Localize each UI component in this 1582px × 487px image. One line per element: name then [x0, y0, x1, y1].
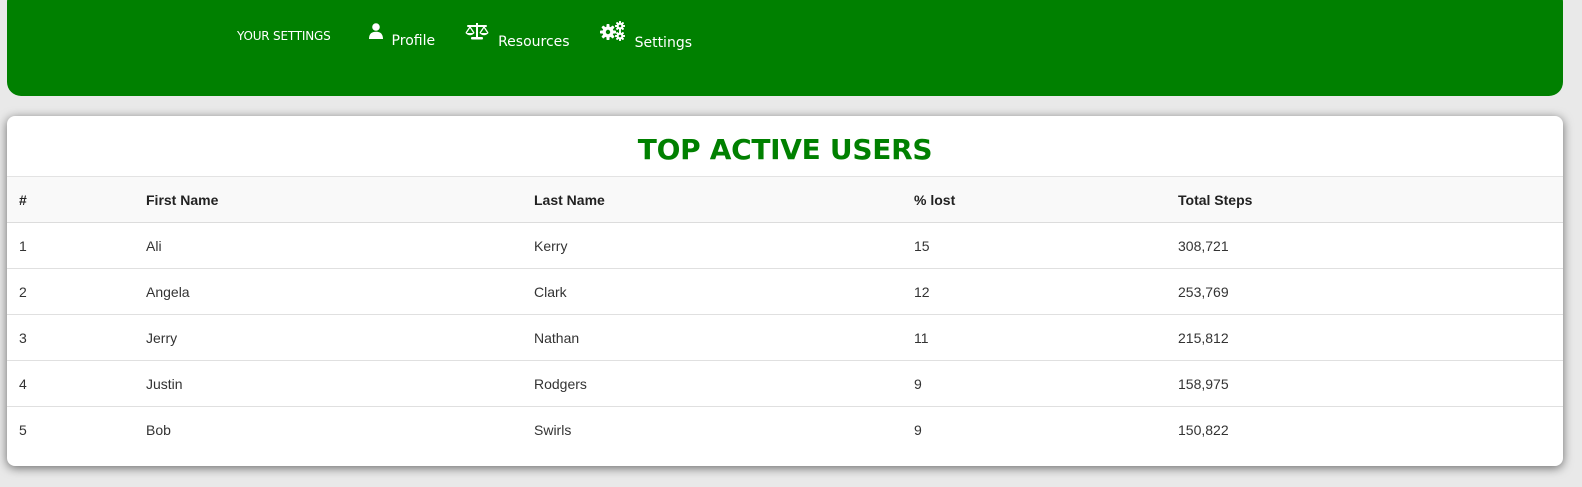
cell-last-name: Rodgers	[522, 360, 902, 407]
scale-icon	[465, 22, 489, 44]
cell-percent-lost: 9	[902, 360, 1166, 407]
card-title: TOP ACTIVE USERS	[7, 116, 1563, 177]
cell-rank: 4	[7, 360, 134, 407]
cell-percent-lost: 12	[902, 268, 1166, 315]
brand-title[interactable]: YOUR SETTINGS	[237, 29, 331, 43]
nav-item-settings[interactable]: Settings	[599, 21, 692, 51]
cell-percent-lost: 9	[914, 421, 922, 438]
cell-rank: 1	[7, 222, 134, 269]
cell-total-steps: 150,822	[1178, 421, 1229, 438]
column-header-percent-lost: % lost	[902, 177, 1166, 223]
users-table: # First Name Last Name % lost Total Step…	[7, 177, 1563, 452]
cell-first-name: Jerry	[134, 314, 522, 361]
cell-total-steps: 215,812	[1166, 314, 1563, 361]
table-row: 3 Jerry Nathan 11 215,812	[7, 314, 1563, 361]
nav-item-label: Settings	[634, 35, 692, 51]
cell-total-steps: 158,975	[1166, 360, 1563, 407]
top-navigation-bar: YOUR SETTINGS Profile Resources Settings	[7, 0, 1563, 96]
nav-item-resources[interactable]: Resources	[465, 23, 570, 50]
cell-rank: 2	[7, 268, 134, 315]
user-icon	[368, 23, 383, 43]
cell-first-name: Justin	[134, 360, 522, 407]
nav-item-label: Profile	[391, 33, 436, 49]
nav-item-label: Resources	[498, 34, 570, 50]
cell-first-name: Angela	[134, 268, 522, 315]
table-row: 5 Bob Swirls 9 150,822	[7, 407, 1563, 453]
cell-rank: 3	[7, 314, 134, 361]
gears-icon	[599, 21, 626, 45]
table-header-row: # First Name Last Name % lost Total Step…	[7, 177, 1563, 223]
table-row: 2 Angela Clark 12 253,769	[7, 268, 1563, 315]
table-row: 4 Justin Rodgers 9 158,975	[7, 360, 1563, 407]
cell-total-steps: 253,769	[1166, 268, 1563, 315]
column-header-last-name: Last Name	[522, 177, 902, 223]
column-header-first-name: First Name	[134, 177, 522, 223]
cell-rank: 5	[19, 421, 27, 438]
column-header-total-steps: Total Steps	[1166, 177, 1563, 223]
table-row: 1 Ali Kerry 15 308,721	[7, 222, 1563, 269]
cell-last-name: Kerry	[522, 222, 902, 269]
cell-first-name: Ali	[134, 222, 522, 269]
cell-last-name: Clark	[522, 268, 902, 315]
nav-menu: YOUR SETTINGS Profile Resources Settings	[237, 21, 722, 54]
top-users-card: TOP ACTIVE USERS # First Name Last Name …	[7, 116, 1563, 466]
column-header-rank: #	[7, 177, 134, 223]
cell-last-name: Nathan	[522, 314, 902, 361]
cell-percent-lost: 11	[902, 314, 1166, 361]
nav-item-profile[interactable]: Profile	[368, 23, 436, 49]
cell-percent-lost: 15	[902, 222, 1166, 269]
cell-first-name: Bob	[146, 421, 171, 438]
cell-last-name: Swirls	[534, 421, 572, 438]
cell-total-steps: 308,721	[1166, 222, 1563, 269]
